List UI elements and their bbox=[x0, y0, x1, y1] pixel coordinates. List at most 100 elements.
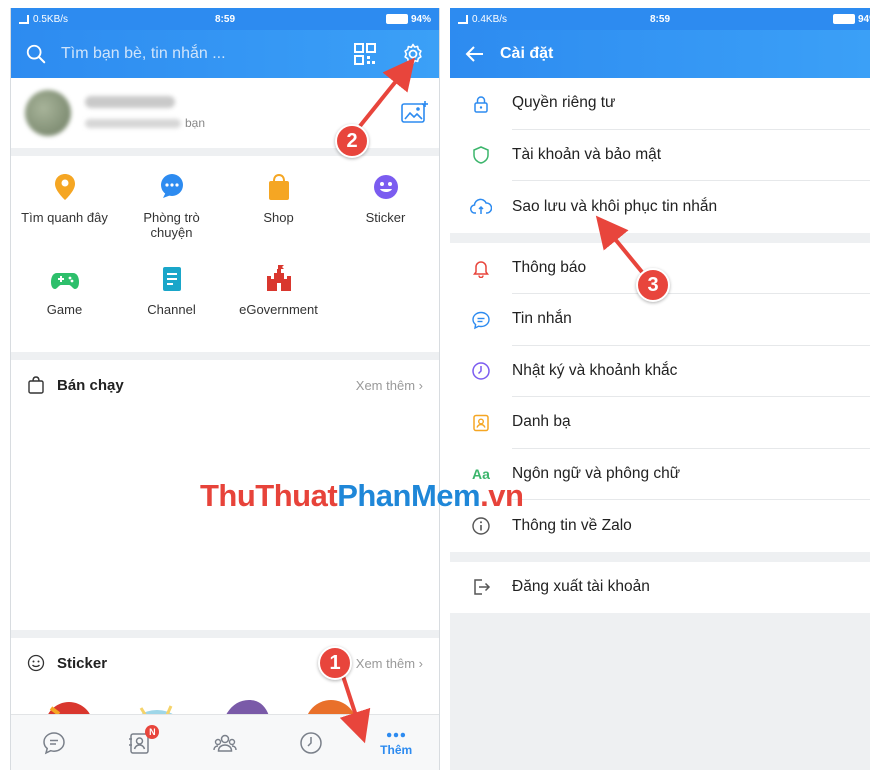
signal-icon bbox=[19, 14, 29, 24]
grid-item-chat-rooms[interactable]: Phòng trò chuyện bbox=[118, 172, 225, 252]
search-input[interactable]: Tìm bạn bè, tin nhắn ... bbox=[61, 45, 329, 63]
grid-item-game[interactable]: Game bbox=[11, 264, 118, 344]
section-title: Bán chạy bbox=[57, 376, 124, 394]
bell-icon bbox=[470, 257, 492, 279]
settings-group-security: Quyền riêng tư Tài khoản và bảo mật Sao … bbox=[450, 78, 870, 233]
blurred-name bbox=[85, 96, 175, 108]
groups-icon bbox=[213, 734, 237, 752]
gamepad-icon bbox=[50, 273, 79, 289]
nav-groups[interactable] bbox=[182, 715, 268, 770]
bottom-navigation: N Thêm bbox=[11, 714, 439, 770]
settings-item-label: Quyền riêng tư bbox=[512, 78, 870, 130]
clock-icon bbox=[299, 731, 322, 754]
battery-indicator: 94% bbox=[385, 13, 431, 25]
add-photo-icon[interactable] bbox=[401, 100, 429, 124]
site-watermark: ThuThuatPhanMem.vn bbox=[200, 478, 524, 514]
battery-percent: 94% bbox=[410, 13, 431, 25]
grid-item-label: Game bbox=[46, 302, 83, 317]
grid-item-channel[interactable]: Channel bbox=[118, 264, 225, 344]
location-pin-icon bbox=[54, 174, 75, 200]
grid-item-label: Shop bbox=[263, 210, 294, 225]
step-callout-3: 3 bbox=[636, 268, 670, 302]
shopping-bag-icon bbox=[268, 173, 289, 200]
settings-item-contacts[interactable]: Danh bạ bbox=[450, 397, 870, 449]
qr-code-icon[interactable] bbox=[353, 42, 377, 66]
message-bubble-icon bbox=[470, 309, 492, 331]
clock: 8:59 bbox=[649, 13, 671, 25]
castle-icon bbox=[266, 265, 291, 291]
nav-messages[interactable] bbox=[11, 715, 97, 770]
grid-item-label: Phòng trò chuyện bbox=[143, 210, 200, 240]
settings-group-logout: Đăng xuất tài khoản bbox=[450, 561, 870, 614]
settings-item-timeline-moments[interactable]: Nhật ký và khoảnh khắc bbox=[450, 346, 870, 397]
avatar[interactable] bbox=[25, 90, 71, 136]
sticker-header[interactable]: Sticker Xem thêm › bbox=[11, 638, 439, 688]
profile-card[interactable]: bạn bbox=[11, 78, 439, 148]
settings-item-label: Đăng xuất tài khoản bbox=[512, 578, 650, 596]
watermark-part-2: PhanMem bbox=[337, 478, 481, 513]
settings-item-label: Tài khoản và bảo mật bbox=[512, 130, 870, 181]
settings-item-label: Sao lưu và khôi phục tin nhắn bbox=[512, 197, 718, 215]
nav-more-label: Thêm bbox=[380, 742, 413, 757]
shield-icon bbox=[470, 144, 492, 166]
clock: 8:59 bbox=[214, 13, 236, 25]
settings-item-messages[interactable]: Tin nhắn bbox=[450, 294, 870, 346]
screenshot-stage: 0.5KB/s 8:59 94% Tìm bạn bè, tin nhắn ..… bbox=[0, 0, 870, 770]
feature-grid: Tìm quanh đây Phòng trò chuyện Shop Stic… bbox=[11, 156, 439, 352]
grid-item-nearby[interactable]: Tìm quanh đây bbox=[11, 172, 118, 252]
signal-wifi-indicator: 0.5KB/s bbox=[19, 14, 68, 25]
grid-item-label: Sticker bbox=[365, 210, 406, 225]
profile-name: bạn bbox=[85, 96, 205, 130]
profile-subtitle-suffix: bạn bbox=[185, 116, 206, 130]
nav-more[interactable]: Thêm bbox=[353, 715, 439, 770]
signal-icon bbox=[458, 14, 468, 24]
see-more-link[interactable]: Xem thêm › bbox=[356, 378, 423, 393]
chat-bubble-icon bbox=[43, 731, 65, 754]
more-dots-icon bbox=[387, 732, 406, 737]
grid-item-shop[interactable]: Shop bbox=[225, 172, 332, 252]
battery-icon bbox=[832, 14, 855, 24]
battery-indicator: 94% bbox=[832, 13, 870, 25]
bestseller-header[interactable]: Bán chạy Xem thêm › bbox=[11, 360, 439, 410]
cloud-sync-icon bbox=[470, 196, 492, 218]
info-icon bbox=[470, 515, 492, 537]
settings-item-label: Nhật ký và khoảnh khắc bbox=[512, 346, 870, 397]
settings-item-account-security[interactable]: Tài khoản và bảo mật bbox=[450, 130, 870, 181]
chevron-right-icon: › bbox=[418, 377, 423, 393]
settings-item-label: Tin nhắn bbox=[512, 294, 870, 346]
page-title: Cài đặt bbox=[500, 45, 554, 62]
logout-icon bbox=[470, 576, 492, 598]
grid-item-label: Channel bbox=[147, 302, 196, 317]
search-header: Tìm bạn bè, tin nhắn ... bbox=[11, 30, 439, 78]
channel-icon bbox=[162, 267, 181, 291]
smiley-outline-icon bbox=[27, 654, 45, 672]
watermark-part-1: ThuThuat bbox=[200, 478, 338, 513]
battery-icon bbox=[385, 14, 408, 24]
chat-room-icon bbox=[160, 174, 183, 198]
contact-card-icon bbox=[470, 412, 492, 434]
settings-item-logout[interactable]: Đăng xuất tài khoản bbox=[450, 562, 870, 614]
battery-percent: 94% bbox=[857, 13, 870, 25]
grid-item-label: Tìm quanh đây bbox=[21, 210, 108, 225]
back-arrow-icon[interactable] bbox=[464, 43, 486, 65]
search-icon[interactable] bbox=[25, 43, 47, 65]
shopping-bag-outline-icon bbox=[28, 376, 44, 394]
settings-item-privacy[interactable]: Quyền riêng tư bbox=[450, 78, 870, 130]
settings-item-backup-restore[interactable]: Sao lưu và khôi phục tin nhắn bbox=[450, 181, 870, 233]
step-callout-2: 2 bbox=[335, 124, 369, 158]
nav-timeline[interactable] bbox=[268, 715, 354, 770]
chevron-right-icon: › bbox=[418, 655, 423, 671]
see-more-label: Xem thêm bbox=[355, 377, 416, 393]
see-more-link[interactable]: Xem thêm › bbox=[356, 656, 423, 671]
step-callout-1: 1 bbox=[318, 646, 352, 680]
nav-contacts[interactable]: N bbox=[97, 715, 183, 770]
grid-item-egovernment[interactable]: eGovernment bbox=[225, 264, 332, 344]
bestseller-content bbox=[11, 410, 439, 630]
new-badge: N bbox=[145, 725, 160, 739]
settings-header: Cài đặt bbox=[450, 30, 870, 78]
watermark-part-3: .vn bbox=[480, 478, 524, 513]
grid-item-sticker[interactable]: Sticker bbox=[332, 172, 439, 252]
status-bar: 0.5KB/s 8:59 94% bbox=[11, 8, 439, 30]
settings-gear-icon[interactable] bbox=[401, 42, 425, 66]
section-title: Sticker bbox=[57, 654, 108, 672]
